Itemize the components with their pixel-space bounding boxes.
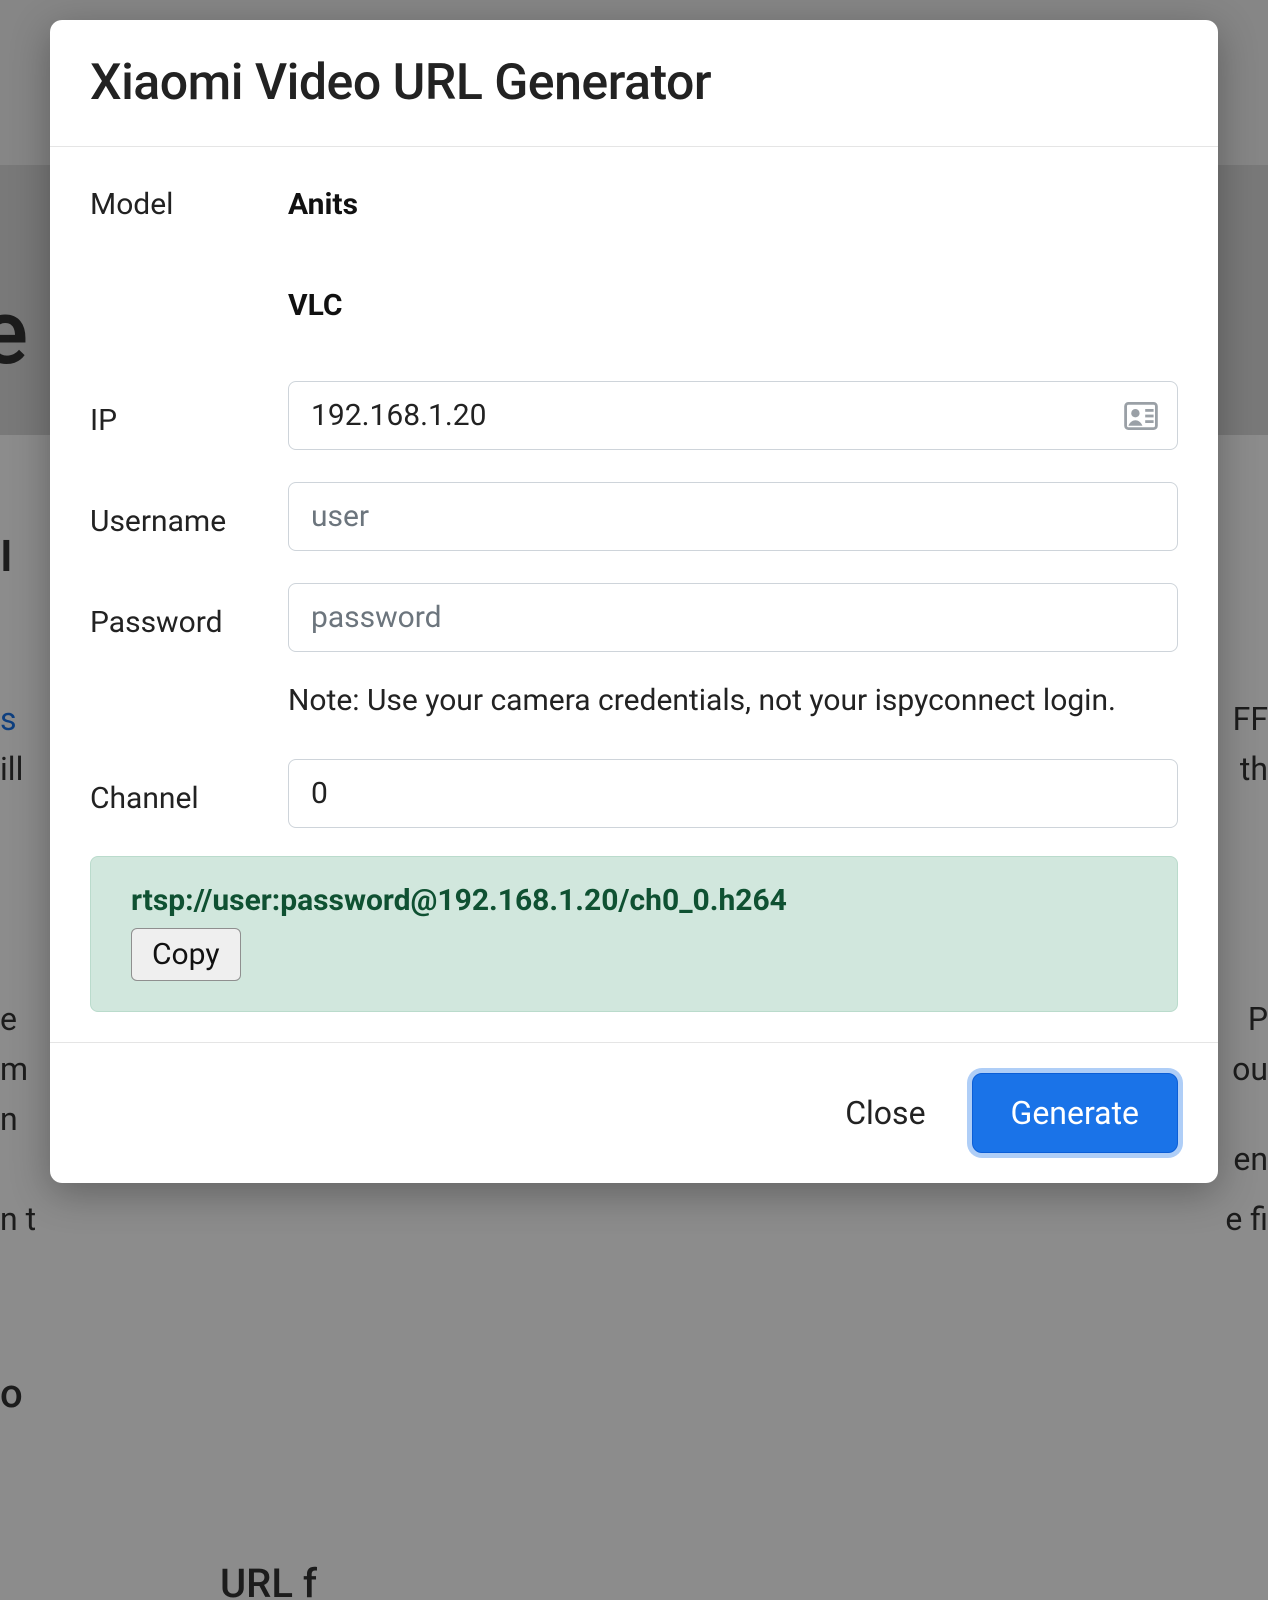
modal-body: Model Anits VLC IP (50, 147, 1218, 1042)
label-ip: IP (90, 393, 288, 438)
row-username: Username (90, 482, 1178, 551)
generated-url-text: rtsp://user:password@192.168.1.20/ch0_0.… (131, 883, 1137, 918)
username-input[interactable] (288, 482, 1178, 551)
close-button[interactable]: Close (839, 1093, 931, 1133)
copy-button[interactable]: Copy (131, 928, 241, 981)
label-model: Model (90, 177, 288, 222)
label-channel: Channel (90, 771, 288, 816)
row-ip: IP (90, 381, 1178, 450)
value-player: VLC (288, 278, 1178, 323)
ip-input[interactable] (288, 381, 1178, 450)
password-input[interactable] (288, 583, 1178, 652)
row-player: VLC (90, 278, 1178, 323)
modal-title: Xiaomi Video URL Generator (90, 54, 1178, 112)
row-password: Password (90, 583, 1178, 652)
label-player-empty (90, 296, 288, 306)
row-model: Model Anits (90, 177, 1178, 222)
generate-button[interactable]: Generate (972, 1073, 1178, 1153)
row-note: Note: Use your camera credentials, not y… (90, 678, 1178, 725)
modal-footer: Close Generate (50, 1042, 1218, 1183)
label-username: Username (90, 494, 288, 539)
label-note-empty (90, 678, 288, 688)
contact-card-icon (1124, 402, 1158, 430)
label-password: Password (90, 595, 288, 640)
channel-input[interactable] (288, 759, 1178, 828)
value-model: Anits (288, 177, 1178, 222)
generated-url-alert: rtsp://user:password@192.168.1.20/ch0_0.… (90, 856, 1178, 1012)
url-generator-modal: Xiaomi Video URL Generator Model Anits V… (50, 20, 1218, 1183)
row-channel: Channel (90, 759, 1178, 828)
credentials-note: Note: Use your camera credentials, not y… (288, 678, 1178, 725)
modal-header: Xiaomi Video URL Generator (50, 20, 1218, 147)
